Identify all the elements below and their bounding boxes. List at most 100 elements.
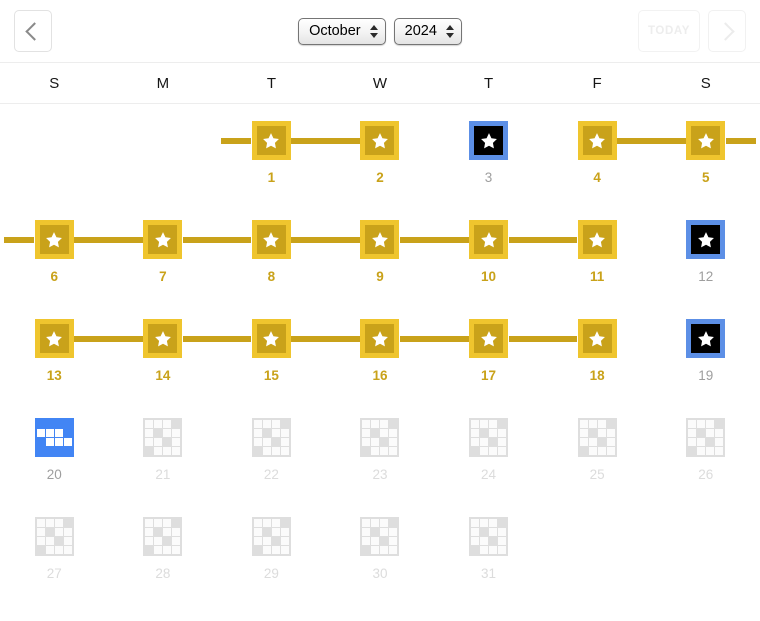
day-number: 20 [46,467,62,482]
calendar-day-cell[interactable]: 26 [651,401,760,500]
star-tile-blue[interactable] [686,220,726,259]
today-button[interactable]: TODAY [638,10,700,52]
calendar-grid: 1 2 3 4 5 6 7 8 9 10 11 12 13 14 15 16 17 18 19 20 21 22 23 24 2… [0,104,760,599]
calendar-day-cell[interactable]: 4 [543,104,652,203]
puzzle-cell [588,438,597,446]
star-tile-gold[interactable] [686,121,726,160]
puzzle-cell [45,429,54,437]
calendar-day-cell[interactable]: 9 [325,203,435,302]
puzzle-cell [145,420,154,428]
next-month-button[interactable] [708,10,746,52]
puzzle-grid-icon-muted[interactable] [251,517,291,556]
prev-month-button[interactable] [14,10,52,52]
puzzle-grid-icon-muted[interactable] [143,418,183,457]
puzzle-grid-icon-muted[interactable] [251,418,291,457]
streak-link-stub-right [725,138,756,144]
puzzle-cell [380,546,389,554]
star-tile-blue[interactable] [469,121,509,160]
puzzle-grid-icon-muted[interactable] [360,517,400,556]
puzzle-cell [362,438,371,446]
calendar-day-cell[interactable]: 11 [542,203,652,302]
calendar-day-cell[interactable]: 12 [651,203,760,302]
calendar-day-cell[interactable]: 24 [434,401,543,500]
month-stepper-icon[interactable] [369,19,378,44]
puzzle-cell [63,519,72,527]
puzzle-cell [54,528,63,536]
day-number: 11 [589,269,605,284]
calendar-day-cell[interactable]: 22 [217,401,326,500]
puzzle-grid-icon-muted[interactable] [577,418,617,457]
puzzle-cell [380,429,389,437]
calendar-day-cell[interactable]: 16 [325,302,435,401]
calendar-day-cell[interactable]: 23 [326,401,435,500]
streak-link-right [508,336,543,342]
star-tile-gold[interactable] [251,319,291,358]
star-tile-gold[interactable] [251,220,291,259]
star-tile-gold[interactable] [360,220,400,259]
puzzle-grid-icon-muted[interactable] [469,517,509,556]
puzzle-cell [36,420,45,428]
puzzle-grid-icon-active[interactable] [34,418,74,457]
star-tile-gold[interactable] [469,319,509,358]
puzzle-cell [380,528,389,536]
year-stepper-icon[interactable] [445,19,454,44]
puzzle-cell [606,438,615,446]
calendar-day-cell[interactable]: 10 [434,203,543,302]
calendar-day-cell[interactable]: 30 [326,500,435,599]
star-tile-gold[interactable] [469,220,509,259]
puzzle-cell [271,447,280,455]
puzzle-grid-icon-muted[interactable] [143,517,183,556]
puzzle-cell [172,546,181,554]
puzzle-cell [253,546,262,554]
calendar-day-cell[interactable]: 19 [651,302,760,401]
calendar-day-cell[interactable]: 3 [434,104,543,203]
calendar-day-cell[interactable]: 20 [0,401,109,500]
star-tile-gold[interactable] [577,121,617,160]
puzzle-cell [154,438,163,446]
star-tile-blue[interactable] [686,319,726,358]
streak-link-left [108,336,143,342]
star-tile-gold[interactable] [251,121,291,160]
star-tile-inner [582,225,612,254]
puzzle-cell [489,528,498,536]
puzzle-cell [280,447,289,455]
streak-link-right [182,336,218,342]
calendar-day-cell[interactable]: 14 [108,302,218,401]
puzzle-grid-icon-muted[interactable] [34,517,74,556]
year-select[interactable]: 2024 [393,17,462,45]
streak-link-right [182,237,218,243]
calendar-day-cell[interactable]: 13 [0,302,109,401]
puzzle-cell [154,537,163,545]
calendar-day-cell[interactable]: 6 [0,203,109,302]
star-tile-gold[interactable] [577,220,617,259]
calendar-day-cell[interactable]: 5 [651,104,760,203]
calendar-day-cell[interactable]: 18 [542,302,652,401]
puzzle-grid-icon-muted[interactable] [686,418,726,457]
star-tile-gold[interactable] [360,319,400,358]
calendar-day-cell[interactable]: 31 [434,500,543,599]
calendar-day-cell[interactable]: 1 [217,104,326,203]
puzzle-cell [54,447,63,455]
month-select[interactable]: October [298,17,386,45]
calendar-day-cell[interactable]: 2 [325,104,435,203]
star-tile-gold[interactable] [143,220,183,259]
star-tile-gold[interactable] [143,319,183,358]
calendar-day-cell[interactable]: 8 [217,203,326,302]
puzzle-cell [262,528,271,536]
calendar-day-cell[interactable]: 15 [217,302,326,401]
calendar-day-cell[interactable]: 29 [217,500,326,599]
calendar-day-cell[interactable]: 7 [108,203,218,302]
puzzle-grid-icon-muted[interactable] [360,418,400,457]
day-number: 9 [376,269,384,284]
star-tile-gold[interactable] [577,319,617,358]
star-tile-gold[interactable] [360,121,400,160]
calendar-day-cell[interactable]: 17 [434,302,543,401]
calendar-day-cell[interactable]: 28 [109,500,218,599]
puzzle-cell [54,519,63,527]
calendar-day-cell[interactable]: 25 [543,401,652,500]
calendar-day-cell[interactable]: 21 [109,401,218,500]
star-tile-gold[interactable] [34,220,74,259]
calendar-day-cell[interactable]: 27 [0,500,109,599]
star-tile-gold[interactable] [34,319,74,358]
puzzle-grid-icon-muted[interactable] [469,418,509,457]
